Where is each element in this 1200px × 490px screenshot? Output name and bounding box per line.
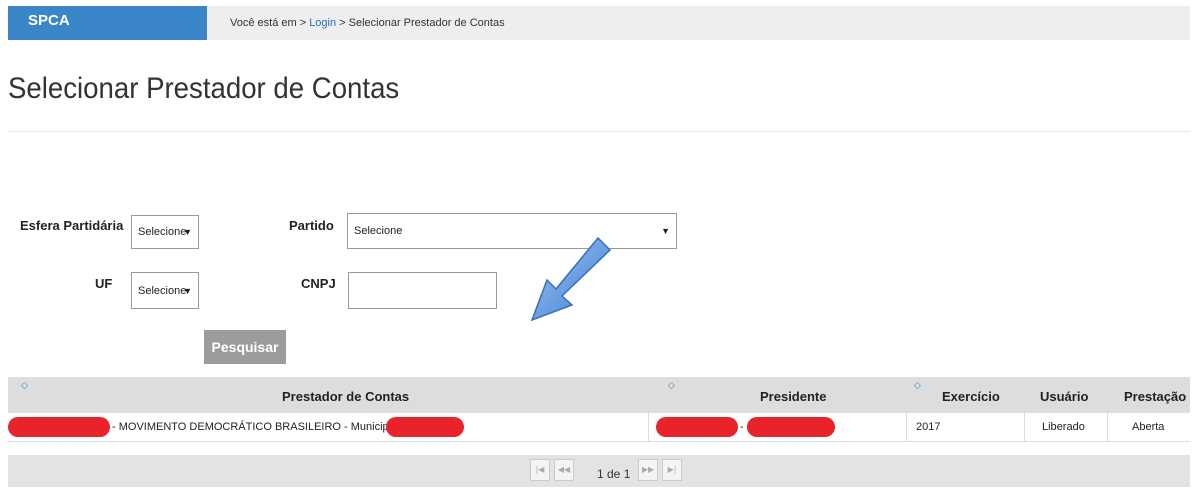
breadcrumb-current: > Selecionar Prestador de Contas	[336, 17, 505, 29]
cell-presidente-sep: -	[740, 421, 744, 433]
partido-select[interactable]: Selecione ▼	[347, 213, 677, 249]
partido-select-value: Selecione	[354, 225, 403, 237]
redacted-block	[8, 417, 110, 437]
uf-select-value: Selecione	[138, 284, 187, 297]
cell-prestacao: Aberta	[1132, 421, 1165, 433]
redacted-block	[386, 417, 464, 437]
sort-icon[interactable]: ◇	[668, 381, 675, 391]
divider	[1024, 413, 1025, 441]
col-exercicio[interactable]: Exercício	[942, 377, 1000, 413]
divider	[648, 413, 649, 441]
col-presidente[interactable]: Presidente	[760, 377, 826, 413]
sort-icon[interactable]: ◇	[914, 381, 921, 391]
divider	[906, 413, 907, 441]
uf-select[interactable]: Selecione ▼	[131, 272, 199, 309]
col-prestador[interactable]: Prestador de Contas	[282, 377, 409, 413]
partido-label: Partido	[289, 218, 334, 233]
breadcrumb-login-link[interactable]: Login	[309, 17, 336, 29]
cnpj-input[interactable]	[348, 272, 497, 309]
brand-logo[interactable]: SPCA	[8, 6, 207, 40]
divider	[8, 131, 1190, 132]
search-button[interactable]: Pesquisar	[204, 330, 286, 364]
pagination-bar: |◀ ◀◀ 1 de 1 ▶▶ ▶|	[8, 455, 1190, 487]
col-usuario[interactable]: Usuário	[1040, 377, 1088, 413]
arrow-annotation-icon	[530, 236, 612, 322]
redacted-block	[747, 417, 835, 437]
page-title: Selecionar Prestador de Contas	[8, 72, 400, 105]
table-header: ◇ Prestador de Contas ◇ Presidente ◇ Exe…	[8, 377, 1190, 413]
top-bar: SPCA Você está em > Login > Selecionar P…	[8, 6, 1190, 40]
dropdown-arrow-icon: ▼	[183, 285, 192, 296]
cell-exercicio: 2017	[916, 421, 941, 433]
first-page-icon[interactable]: |◀	[530, 459, 550, 481]
col-prestacao[interactable]: Prestação	[1124, 377, 1186, 413]
cell-usuario: Liberado	[1042, 421, 1085, 433]
divider	[1107, 413, 1108, 441]
prev-page-icon[interactable]: ◀◀	[554, 459, 574, 481]
page-indicator: 1 de 1	[597, 467, 631, 481]
uf-label: UF	[95, 276, 113, 291]
esfera-select-value: Selecione	[138, 226, 187, 238]
cell-prestador: - MOVIMENTO DEMOCRÁTICO BRASILEIRO - Mun…	[112, 421, 430, 433]
redacted-block	[656, 417, 738, 437]
breadcrumb: Você está em > Login > Selecionar Presta…	[230, 6, 505, 40]
cnpj-label: CNPJ	[301, 276, 336, 291]
breadcrumb-prefix: Você está em >	[230, 17, 310, 29]
next-page-icon[interactable]: ▶▶	[638, 459, 658, 481]
dropdown-arrow-icon: ▼	[183, 227, 192, 237]
sort-icon[interactable]: ◇	[21, 381, 28, 391]
dropdown-arrow-icon: ▼	[661, 226, 670, 236]
esfera-label: Esfera Partidária	[20, 218, 124, 233]
table-row[interactable]: - MOVIMENTO DEMOCRÁTICO BRASILEIRO - Mun…	[8, 413, 1190, 442]
last-page-icon[interactable]: ▶|	[662, 459, 682, 481]
esfera-select[interactable]: Selecione ▼	[131, 215, 199, 249]
